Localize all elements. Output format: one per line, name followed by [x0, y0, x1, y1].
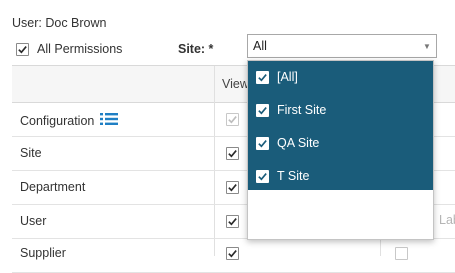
row-name: Configuration — [20, 113, 95, 128]
row-name: Site — [20, 146, 42, 160]
option-label: [All] — [277, 70, 298, 84]
check-icon[interactable] — [256, 103, 269, 117]
row-name: Supplier — [20, 246, 66, 260]
list-icon[interactable] — [100, 112, 119, 129]
dropdown-option-all[interactable]: [All] — [256, 67, 298, 87]
view-checkbox[interactable] — [226, 147, 239, 160]
row-name: Department — [20, 180, 86, 194]
site-label: Site: * — [178, 42, 214, 56]
view-checkbox[interactable] — [226, 247, 239, 260]
view-checkbox[interactable] — [226, 215, 239, 228]
truncated-label: Lab — [439, 213, 455, 227]
site-dropdown-list: [All] First Site QA Site T Site — [247, 60, 434, 240]
row-name: User — [20, 214, 47, 228]
chevron-down-icon[interactable]: ▼ — [418, 42, 436, 51]
option-label: First Site — [277, 103, 327, 117]
dropdown-option-first-site[interactable]: First Site — [256, 100, 326, 120]
secondary-checkbox[interactable] — [395, 247, 408, 260]
view-checkbox — [226, 113, 239, 126]
dropdown-option-qa-site[interactable]: QA Site — [256, 133, 319, 153]
check-icon[interactable] — [256, 169, 269, 183]
table-row: Supplier — [12, 239, 455, 273]
all-permissions-checkbox[interactable]: All Permissions — [16, 42, 122, 56]
site-select-value: All — [253, 39, 267, 53]
check-icon[interactable] — [256, 136, 269, 150]
site-select[interactable]: All ▼ — [247, 34, 437, 58]
check-icon[interactable] — [256, 70, 269, 84]
option-label: T Site — [277, 169, 310, 183]
all-permissions-label: All Permissions — [37, 42, 123, 56]
user-label: User: Doc Brown — [12, 16, 107, 30]
option-label: QA Site — [277, 136, 320, 150]
all-permissions-check-icon[interactable] — [16, 42, 29, 56]
column-header-view: View — [222, 77, 249, 91]
view-checkbox[interactable] — [226, 181, 239, 194]
dropdown-option-t-site[interactable]: T Site — [256, 166, 309, 186]
